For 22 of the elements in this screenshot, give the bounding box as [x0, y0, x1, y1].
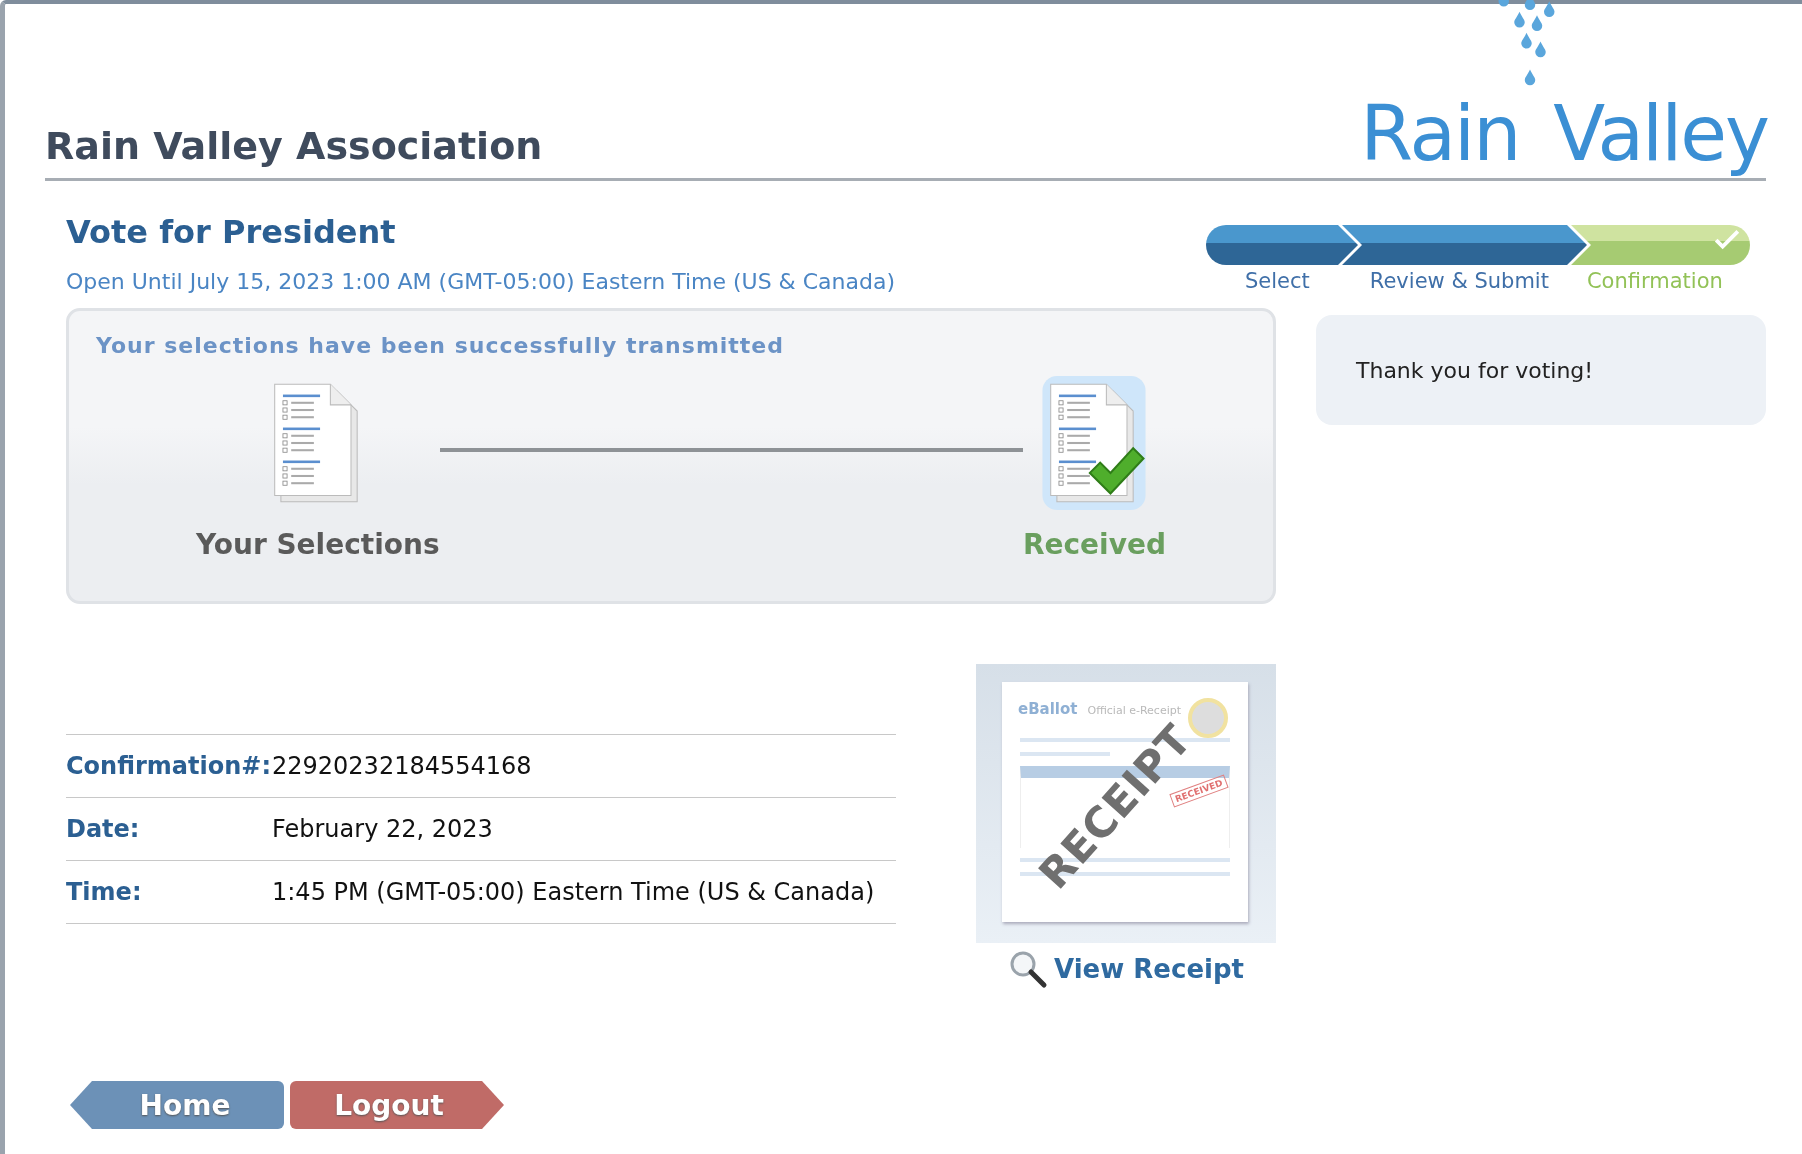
step-label: Select	[1245, 269, 1310, 293]
detail-label: Date:	[66, 815, 141, 843]
detail-value: 22920232184554168	[272, 752, 532, 780]
logout-button[interactable]: Logout	[290, 1081, 504, 1129]
received-document-icon	[1042, 376, 1147, 510]
view-receipt-link[interactable]: View Receipt	[1008, 949, 1244, 989]
detail-value: February 22, 2023	[272, 815, 493, 843]
page-title: Rain Valley Association	[45, 124, 543, 168]
home-button[interactable]: Home	[70, 1081, 284, 1129]
check-icon	[1714, 228, 1740, 250]
node-label: Your Selections	[196, 528, 440, 561]
thanks-message: Thank you for voting!	[1356, 357, 1594, 383]
status-message: Your selections have been successfully transmitted	[96, 333, 786, 358]
detail-value: 1:45 PM (GMT-05:00) Eastern Time (US & Canada)	[272, 878, 875, 906]
detail-label: Time:	[66, 878, 143, 906]
ballot-title: Vote for President	[66, 212, 397, 251]
magnifier-icon	[1008, 949, 1049, 989]
node-label: Received	[1022, 528, 1166, 561]
logo: Rain Valley	[1360, 96, 1768, 182]
detail-label: Confirmation#:	[66, 752, 272, 780]
step-label: Confirmation	[1586, 269, 1723, 293]
step-label: Review & Submit	[1369, 269, 1549, 293]
